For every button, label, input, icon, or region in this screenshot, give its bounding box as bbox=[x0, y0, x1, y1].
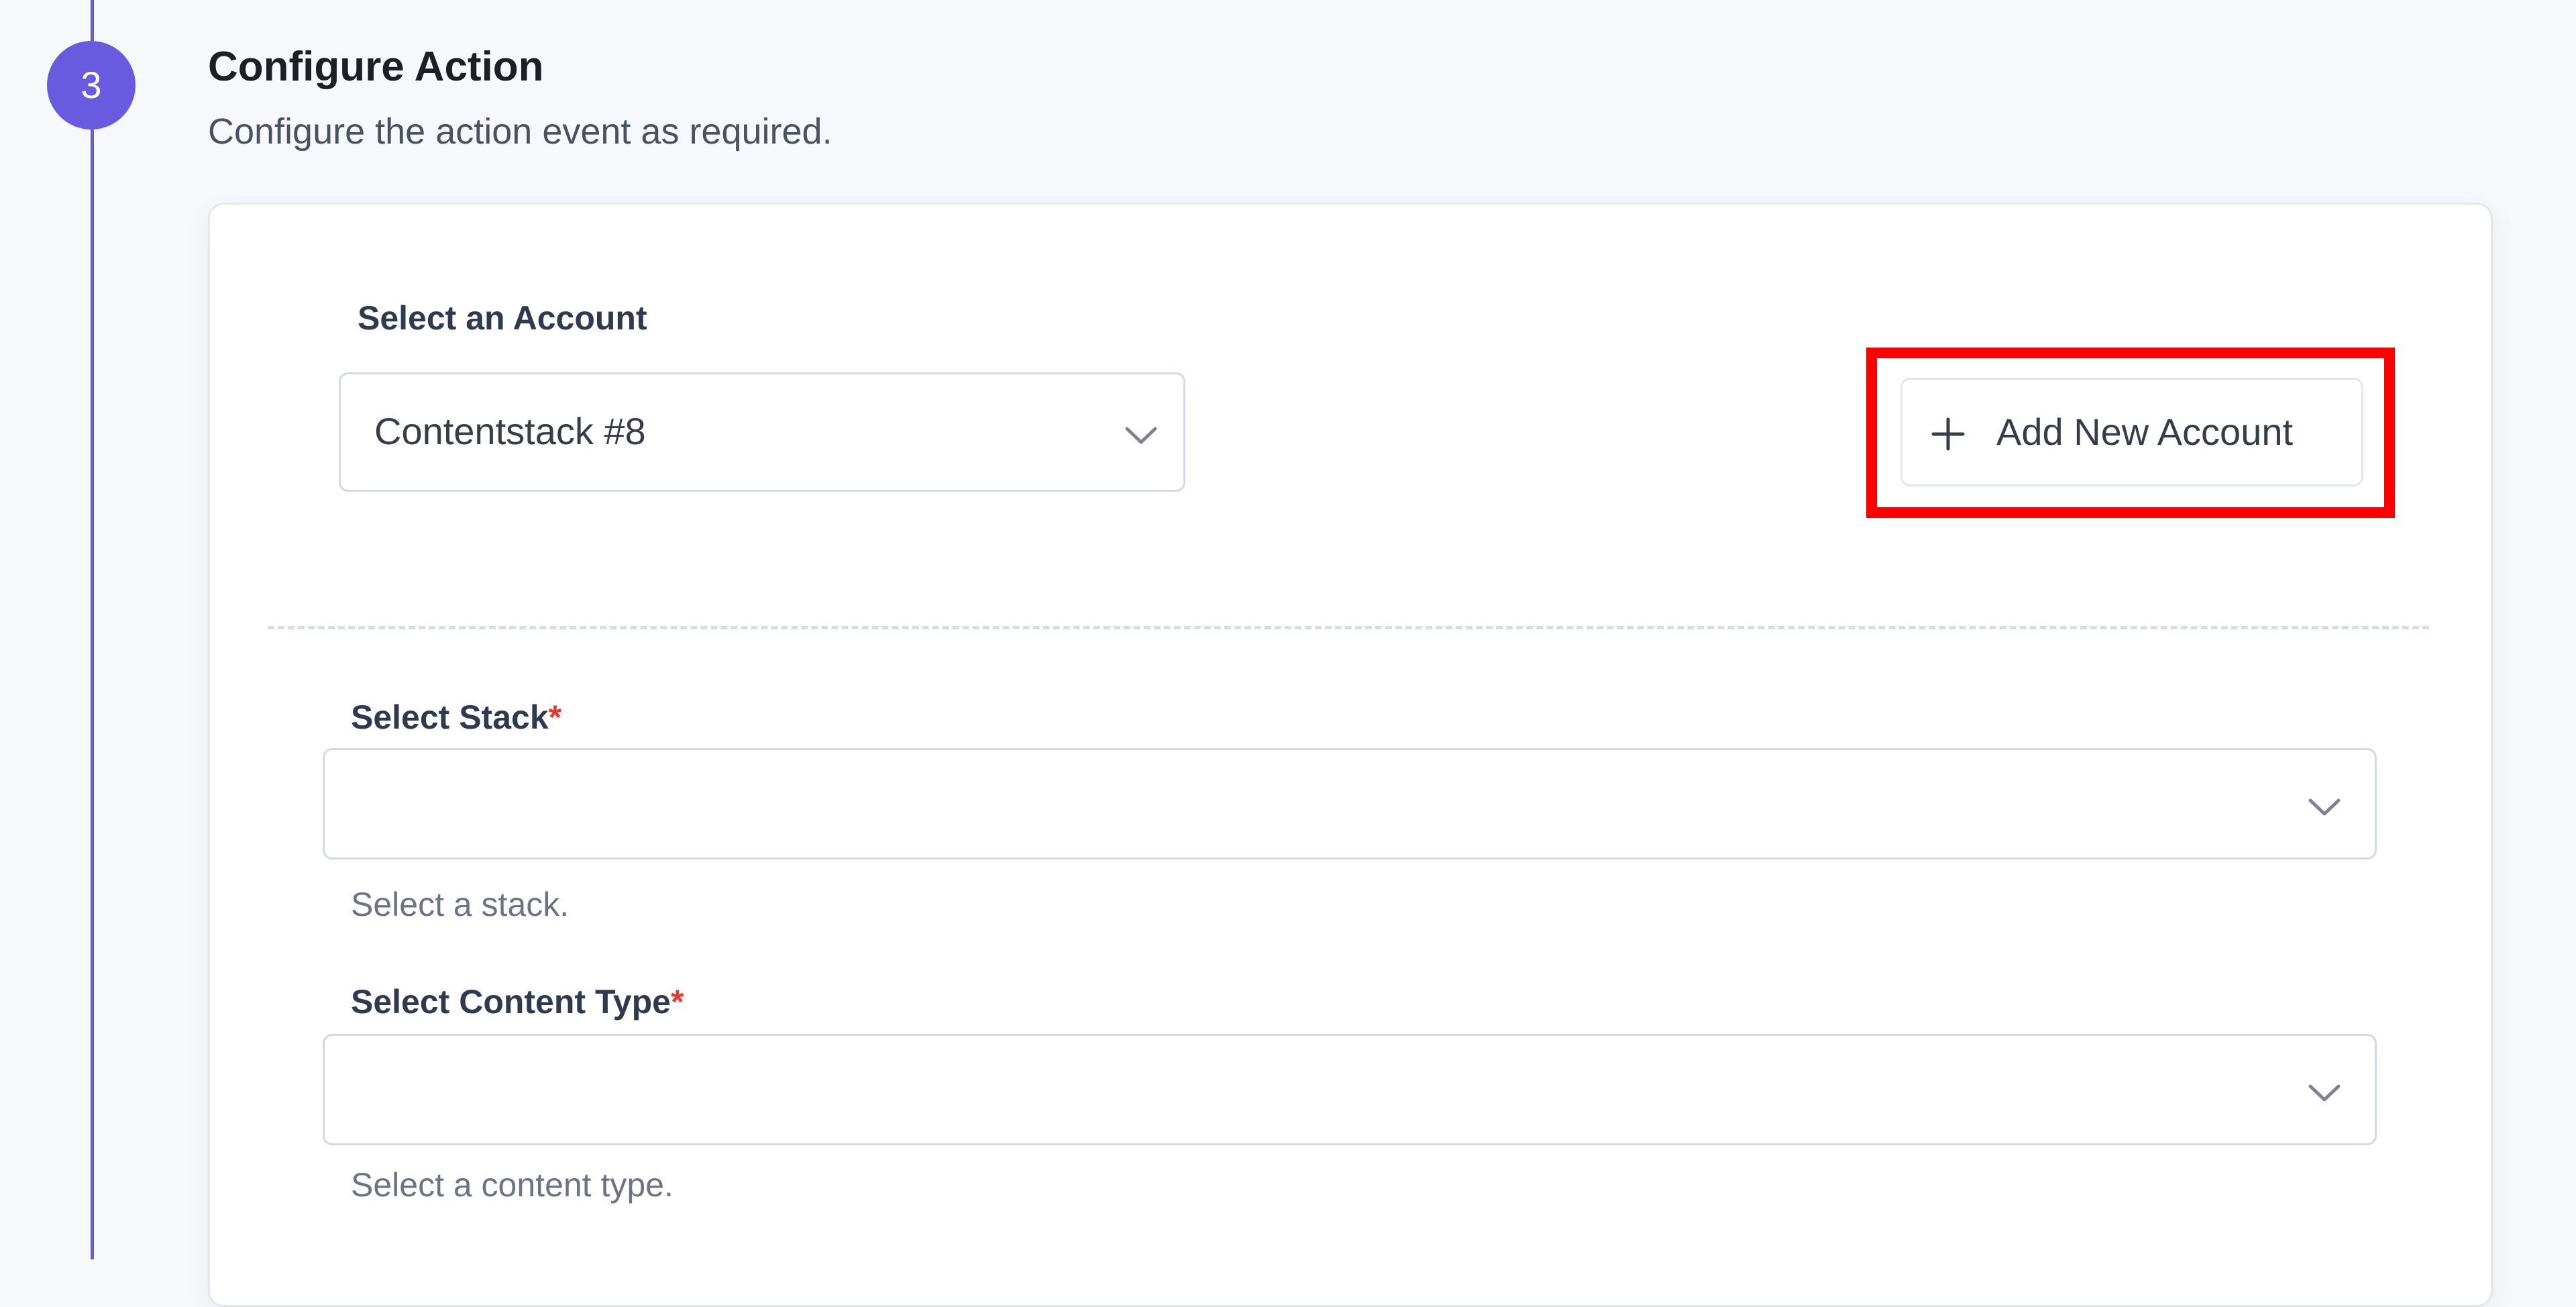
step-subtitle: Configure the action event as required. bbox=[208, 111, 833, 152]
account-select[interactable]: Contentstack #8 bbox=[339, 372, 1185, 492]
stack-helper-text: Select a stack. bbox=[351, 886, 570, 923]
stack-required-mark: * bbox=[548, 698, 562, 736]
content-type-select[interactable] bbox=[323, 1034, 2377, 1145]
stack-label: Select Stack* bbox=[351, 698, 561, 737]
add-account-highlight bbox=[1866, 348, 2395, 518]
account-label: Select an Account bbox=[358, 299, 647, 337]
timeline-line bbox=[91, 0, 94, 1259]
stack-label-text: Select Stack bbox=[351, 698, 549, 736]
content-type-label: Select Content Type* bbox=[351, 982, 684, 1021]
account-selected-value: Contentstack #8 bbox=[374, 410, 646, 452]
stack-select[interactable] bbox=[323, 748, 2377, 859]
content-type-required-mark: * bbox=[670, 983, 684, 1021]
step-title: Configure Action bbox=[208, 44, 544, 90]
chevron-down-icon bbox=[2308, 798, 2341, 816]
chevron-down-icon bbox=[2308, 1084, 2341, 1102]
chevron-down-icon bbox=[1125, 427, 1157, 444]
step-number-badge: 3 bbox=[47, 41, 136, 129]
content-type-label-text: Select Content Type bbox=[351, 983, 671, 1021]
section-divider bbox=[268, 626, 2429, 629]
content-type-helper-text: Select a content type. bbox=[351, 1166, 674, 1204]
